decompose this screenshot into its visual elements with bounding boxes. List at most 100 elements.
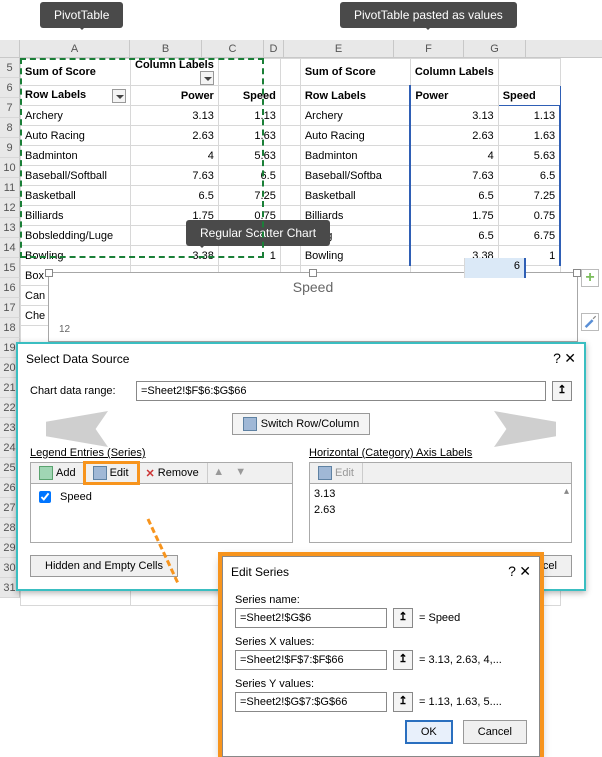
remove-series-button[interactable]: ✕Remove [138, 463, 208, 483]
cell[interactable] [280, 106, 300, 126]
cell[interactable] [218, 59, 280, 86]
row-header[interactable]: 5 [0, 58, 20, 78]
cell[interactable]: 6.5 [410, 226, 498, 246]
hidden-empty-cells-button[interactable]: Hidden and Empty Cells [30, 555, 178, 577]
cell[interactable]: 2.63 [410, 126, 498, 146]
cell[interactable]: 6.5 [410, 186, 498, 206]
cell[interactable]: 4 [131, 146, 219, 166]
cell[interactable]: Power [131, 86, 219, 106]
row-header[interactable]: 16 [0, 278, 20, 298]
range-picker-icon[interactable]: ↥ [393, 692, 413, 712]
cell[interactable]: Archery [300, 106, 410, 126]
series-y-input[interactable] [235, 692, 387, 712]
ok-button[interactable]: OK [405, 720, 453, 744]
chart-object[interactable]: Speed 12 + [48, 272, 578, 342]
row-header[interactable]: 12 [0, 198, 20, 218]
dropdown-icon[interactable] [200, 71, 214, 85]
series-checkbox[interactable] [39, 491, 51, 503]
cell[interactable]: 3.13 [131, 106, 219, 126]
cell[interactable]: 5.63 [498, 146, 560, 166]
cell[interactable]: 1.63 [498, 126, 560, 146]
cell[interactable] [280, 146, 300, 166]
column-header[interactable]: C [202, 40, 264, 57]
cell[interactable] [498, 59, 560, 86]
cell[interactable]: Archery [21, 106, 131, 126]
cell[interactable]: Speed [218, 86, 280, 106]
row-header[interactable]: 17 [0, 298, 20, 318]
cell[interactable]: Row Labels [21, 86, 131, 106]
switch-row-column-button[interactable]: Switch Row/Column [232, 413, 370, 435]
series-name-input[interactable] [235, 608, 387, 628]
cell[interactable]: Baseball/Softball [21, 166, 131, 186]
column-header[interactable]: D [264, 40, 284, 57]
move-up-button[interactable]: ▲ [208, 463, 230, 483]
cell[interactable]: Bowling [21, 246, 131, 266]
cell[interactable]: Badminton [21, 146, 131, 166]
cell[interactable]: 1 [218, 246, 280, 266]
column-header[interactable]: G [464, 40, 526, 57]
cell[interactable] [280, 246, 300, 266]
chart-element-add-icon[interactable]: + [581, 269, 599, 287]
cell[interactable]: Sum of Score [300, 59, 410, 86]
cell[interactable]: 1.63 [218, 126, 280, 146]
cancel-button[interactable]: Cancel [463, 720, 527, 744]
cell[interactable]: Auto Racing [300, 126, 410, 146]
row-header[interactable]: 9 [0, 138, 20, 158]
cell[interactable]: Auto Racing [21, 126, 131, 146]
dialog-help-icon[interactable]: ? [508, 563, 516, 579]
cell[interactable]: 6.5 [218, 166, 280, 186]
range-picker-icon[interactable]: ↥ [552, 381, 572, 401]
series-x-input[interactable] [235, 650, 387, 670]
row-header[interactable]: 7 [0, 98, 20, 118]
cell[interactable]: Speed [498, 86, 560, 106]
cell[interactable]: 7.63 [410, 166, 498, 186]
cell[interactable]: Power [410, 86, 498, 106]
column-header[interactable]: B [130, 40, 202, 57]
cell[interactable]: 7.25 [218, 186, 280, 206]
row-header[interactable]: 8 [0, 118, 20, 138]
cell[interactable]: 7.63 [131, 166, 219, 186]
row-header[interactable]: 10 [0, 158, 20, 178]
cell[interactable] [280, 59, 300, 86]
dialog-help-icon[interactable]: ? [553, 350, 561, 366]
chart-brush-icon[interactable] [581, 313, 599, 331]
scroll-up-icon[interactable]: ▴ [564, 486, 569, 497]
row-header[interactable]: 14 [0, 238, 20, 258]
row-header[interactable]: 18 [0, 318, 20, 338]
cell[interactable]: 4 [410, 146, 498, 166]
column-header[interactable]: F [394, 40, 464, 57]
dropdown-icon[interactable] [112, 89, 126, 103]
cell[interactable]: 6.5 [498, 166, 560, 186]
cell[interactable]: 7.25 [498, 186, 560, 206]
cell[interactable]: Row Labels [300, 86, 410, 106]
cell[interactable]: 5.63 [218, 146, 280, 166]
cell[interactable]: 6 [464, 258, 526, 278]
row-header[interactable]: 11 [0, 178, 20, 198]
add-series-button[interactable]: Add [31, 463, 85, 483]
cell[interactable]: Column Labels [410, 59, 498, 86]
cell[interactable]: 1.13 [218, 106, 280, 126]
cell[interactable]: 0.75 [498, 206, 560, 226]
chart-data-range-input[interactable] [136, 381, 546, 401]
cell[interactable]: 2.63 [131, 126, 219, 146]
cell[interactable] [280, 186, 300, 206]
column-header[interactable]: E [284, 40, 394, 57]
range-picker-icon[interactable]: ↥ [393, 608, 413, 628]
cell[interactable]: Column Labels [131, 59, 219, 86]
row-header[interactable]: 6 [0, 78, 20, 98]
cell[interactable]: Basketball [300, 186, 410, 206]
edit-series-button[interactable]: Edit [85, 463, 138, 483]
column-header[interactable]: A [20, 40, 130, 57]
cell[interactable] [280, 86, 300, 106]
row-header[interactable]: 13 [0, 218, 20, 238]
cell[interactable]: Bowling [300, 246, 410, 266]
cell[interactable]: Basketball [21, 186, 131, 206]
cell[interactable]: 6.75 [498, 226, 560, 246]
cell[interactable]: Sum of Score [21, 59, 131, 86]
cell[interactable]: Bobsledding/Luge [21, 226, 131, 246]
close-icon[interactable]: ✕ [564, 350, 576, 366]
cell[interactable]: Baseball/Softba [300, 166, 410, 186]
cell[interactable]: Billiards [21, 206, 131, 226]
cell[interactable]: 1.13 [498, 106, 560, 126]
cell[interactable]: 1.75 [410, 206, 498, 226]
